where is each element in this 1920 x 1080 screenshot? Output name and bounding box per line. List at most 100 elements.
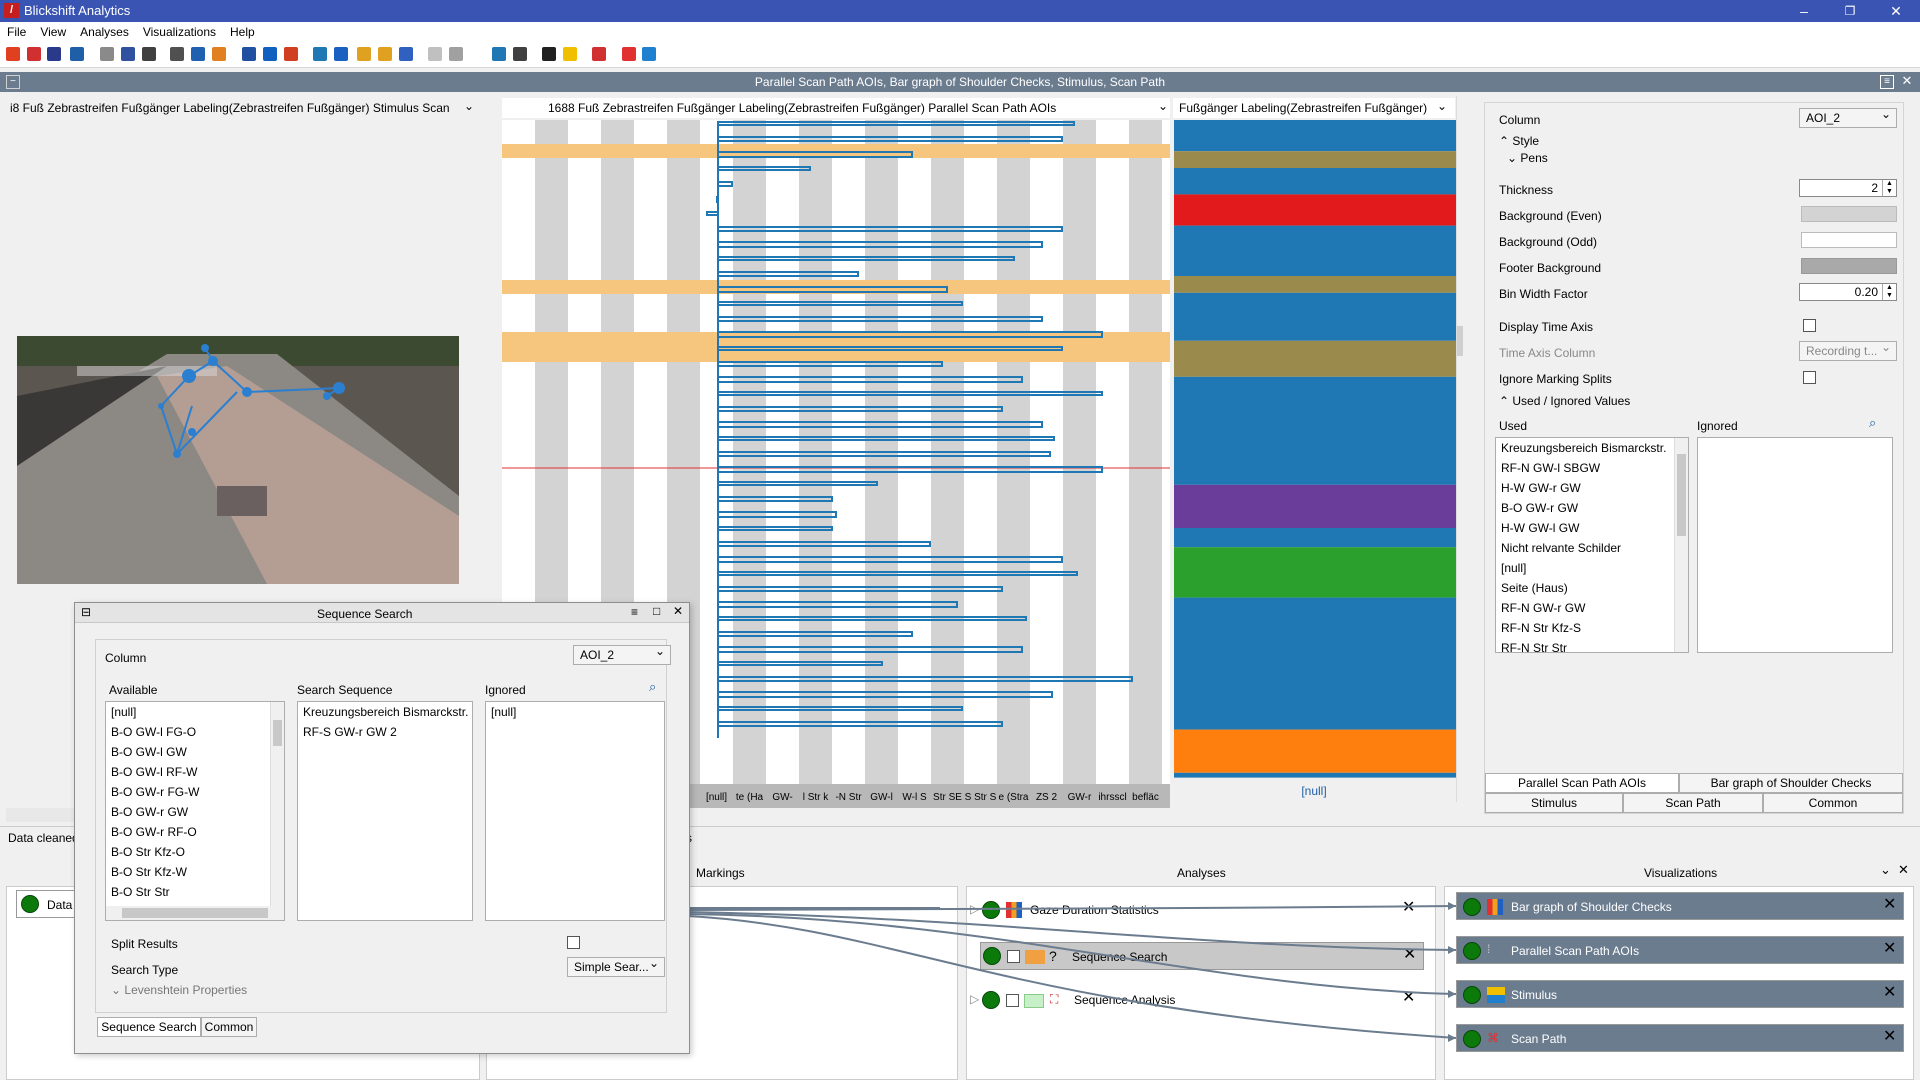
style-section[interactable]: ⌃ Style (1499, 134, 1539, 148)
viz-node-scan-path[interactable]: ⌘ Scan Path ✕ (1456, 1024, 1904, 1052)
tab-common[interactable]: Common (201, 1017, 257, 1037)
search-sequence-list[interactable]: Kreuzungsbereich Bismarckstr. RF-S GW-r G… (297, 701, 473, 921)
chevron-down-icon[interactable]: ⌄ (1437, 99, 1447, 113)
scanpath-icon[interactable] (622, 47, 636, 61)
viz-node-stimulus[interactable]: Stimulus ✕ (1456, 980, 1904, 1008)
arrow-icon[interactable] (284, 47, 298, 61)
available-list-item[interactable]: B-O GW-l FG-O (106, 722, 284, 742)
close-workflow-icon[interactable]: ✕ (1898, 862, 1909, 878)
available-list-item[interactable]: B-O GW-r GW (106, 802, 284, 822)
remove-viz-icon[interactable]: ✕ (1883, 985, 1896, 1001)
dialog-settings-icon[interactable]: ≡ (631, 605, 638, 619)
filter-icon[interactable] (100, 47, 114, 61)
image-icon[interactable] (563, 47, 577, 61)
path-icon[interactable] (263, 47, 277, 61)
available-list-item[interactable]: B-O GW-l RF-W (106, 762, 284, 782)
nodes-icon[interactable] (334, 47, 348, 61)
viz-node-bar-graph[interactable]: Bar graph of Shoulder Checks ✕ (1456, 892, 1904, 920)
column-select[interactable]: AOI_2 (573, 644, 671, 665)
tab-scan-path[interactable]: Scan Path (1623, 793, 1763, 813)
sequence-icon[interactable] (191, 47, 205, 61)
available-list-item[interactable]: B-O GW-r RF-O (106, 822, 284, 842)
tab-bar-graph[interactable]: Bar graph of Shoulder Checks (1679, 773, 1903, 793)
timeline-icon[interactable] (428, 47, 442, 61)
bg-odd-swatch[interactable] (1801, 232, 1897, 248)
scatter-icon[interactable] (313, 47, 327, 61)
panel-close-icon[interactable]: ✕ (1900, 74, 1914, 89)
footer-bg-swatch[interactable] (1801, 258, 1897, 274)
available-list-item[interactable]: B-O Str Kfz-O (106, 842, 284, 862)
grid-icon[interactable] (357, 47, 371, 61)
ignored-list-item[interactable]: [null] (486, 702, 664, 722)
bin-width-input[interactable]: 0.20 ▲ ▼ (1799, 283, 1897, 301)
heatbar-icon[interactable] (513, 47, 527, 61)
search-icon[interactable]: ⌕ (1869, 415, 1876, 431)
used-list-item[interactable]: RF-N Str Kfz-S (1496, 618, 1688, 638)
tab-parallel-scan-path-aois[interactable]: Parallel Scan Path AOIs (1485, 773, 1679, 793)
remove-analysis-icon[interactable]: ✕ (1403, 947, 1416, 963)
enable-checkbox[interactable] (1007, 950, 1020, 963)
collapse-panel-icon[interactable]: − (6, 75, 20, 89)
used-list-item[interactable]: RF-N GW-r GW (1496, 598, 1688, 618)
used-list-item[interactable]: [null] (1496, 558, 1688, 578)
available-list-item[interactable]: B-O GW-l GW (106, 742, 284, 762)
time-axis-column-select[interactable]: Recording t... (1799, 340, 1897, 361)
available-hscroll[interactable] (106, 906, 284, 920)
available-list-item[interactable]: [null] (106, 702, 284, 722)
color-swatch[interactable] (1025, 950, 1045, 964)
shield-icon[interactable] (642, 47, 656, 61)
parallel-header[interactable]: 1688 Fuß Zebrastreifen Fußgänger Labelin… (502, 98, 1170, 118)
menu-analyses[interactable]: Analyses (73, 22, 136, 39)
used-list-item[interactable]: RF-N Str Str (1496, 638, 1688, 652)
search-list-item[interactable]: Kreuzungsbereich Bismarckstr. (298, 702, 472, 722)
help-query-icon[interactable] (121, 47, 135, 61)
color-swatch[interactable] (1024, 994, 1044, 1008)
thickness-input[interactable]: 2 ▲ ▼ (1799, 179, 1897, 197)
stats-icon[interactable] (170, 47, 184, 61)
pens-section[interactable]: ⌄ Pens (1507, 151, 1548, 165)
tab-sequence-search[interactable]: Sequence Search (97, 1017, 201, 1037)
close-button[interactable]: ✕ (1873, 0, 1919, 22)
matrix-icon[interactable] (542, 47, 556, 61)
table-icon[interactable] (492, 47, 506, 61)
bargraph-header[interactable]: Fußgänger Labeling(Zebrastreifen Fußgäng… (1173, 98, 1455, 118)
menu-visualizations[interactable]: Visualizations (136, 22, 223, 39)
maximize-icon[interactable]: □ (653, 604, 660, 618)
menu-file[interactable]: File (0, 22, 33, 39)
split-results-checkbox[interactable] (567, 936, 580, 949)
search-type-select[interactable]: Simple Sear... (567, 956, 665, 977)
levenshtein-section[interactable]: ⌄ Levenshtein Properties (111, 983, 247, 997)
minimize-button[interactable]: – (1781, 0, 1827, 22)
collapse-icon[interactable]: ⌄ (1880, 862, 1891, 878)
used-ignored-section[interactable]: ⌃ Used / Ignored Values (1499, 394, 1630, 408)
columns-icon[interactable] (399, 47, 413, 61)
remove-viz-icon[interactable]: ✕ (1883, 1029, 1896, 1045)
analysis-node-sequence-analysis[interactable]: ▷ ⛶ Sequence Analysis ✕ (966, 986, 1426, 1014)
used-list-item[interactable]: Nicht relvante Schilder (1496, 538, 1688, 558)
available-list-item[interactable]: B-O GW-r FG-W (106, 782, 284, 802)
remove-analysis-icon[interactable]: ✕ (1402, 990, 1415, 1006)
remove-viz-icon[interactable]: ✕ (1883, 941, 1896, 957)
available-list-item[interactable]: B-O Str Kfz-W (106, 862, 284, 882)
open-folder-icon[interactable] (6, 47, 20, 61)
chevron-down-icon[interactable]: ⌄ (1158, 99, 1168, 113)
save-icon[interactable] (70, 47, 84, 61)
used-list-scrollbar[interactable] (1674, 438, 1688, 652)
funnel-icon[interactable] (242, 47, 256, 61)
used-list-item[interactable]: Seite (Haus) (1496, 578, 1688, 598)
remove-viz-icon[interactable]: ✕ (1883, 897, 1896, 913)
analysis-node-gaze[interactable]: ▷ Gaze Duration Statistics ✕ (966, 896, 1426, 924)
search-icon[interactable]: ⌕ (649, 679, 656, 695)
bg-even-swatch[interactable] (1801, 206, 1897, 222)
tab-common[interactable]: Common (1763, 793, 1903, 813)
analysis-node-sequence-search[interactable]: ? Sequence Search ✕ (980, 942, 1424, 970)
chart-icon[interactable] (592, 47, 606, 61)
used-list-item[interactable]: RF-N GW-l SBGW (1496, 458, 1688, 478)
bars-icon[interactable] (378, 47, 392, 61)
splitter-handle[interactable] (1457, 326, 1463, 356)
export-icon[interactable] (47, 47, 61, 61)
used-list-item[interactable]: Kreuzungsbereich Bismarckstr. (1496, 438, 1688, 458)
dialog-titlebar[interactable]: ⊟ Sequence Search ≡ □ ✕ (75, 603, 689, 623)
ignore-marking-checkbox[interactable] (1803, 371, 1816, 384)
used-list-item[interactable]: B-O GW-r GW (1496, 498, 1688, 518)
